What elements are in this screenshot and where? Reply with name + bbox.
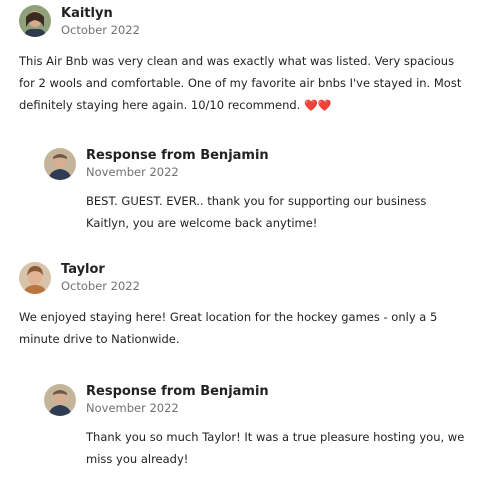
review-text-content: This Air Bnb was very clean and was exac…	[19, 54, 462, 112]
avatar-benjamin[interactable]	[44, 384, 76, 416]
response-date: November 2022	[86, 165, 179, 179]
review-author: Kaitlyn	[61, 6, 113, 21]
review-text: This Air Bnb was very clean and was exac…	[19, 50, 469, 117]
review-author: Taylor	[61, 262, 105, 277]
review-date: October 2022	[61, 279, 140, 293]
heart-emoji: ❤️❤️	[303, 99, 332, 112]
avatar-taylor[interactable]	[19, 262, 51, 294]
review-text: We enjoyed staying here! Great location …	[19, 310, 438, 346]
review-date: October 2022	[61, 23, 140, 37]
response-author: Response from Benjamin	[86, 148, 269, 163]
response-text: Thank you so much Taylor! It was a true …	[86, 430, 465, 466]
avatar-kaitlyn[interactable]	[19, 5, 51, 37]
response-author: Response from Benjamin	[86, 384, 269, 399]
response-date: November 2022	[86, 401, 179, 415]
response-text: BEST. GUEST. EVER.. thank you for suppor…	[86, 194, 427, 230]
avatar-benjamin[interactable]	[44, 148, 76, 180]
